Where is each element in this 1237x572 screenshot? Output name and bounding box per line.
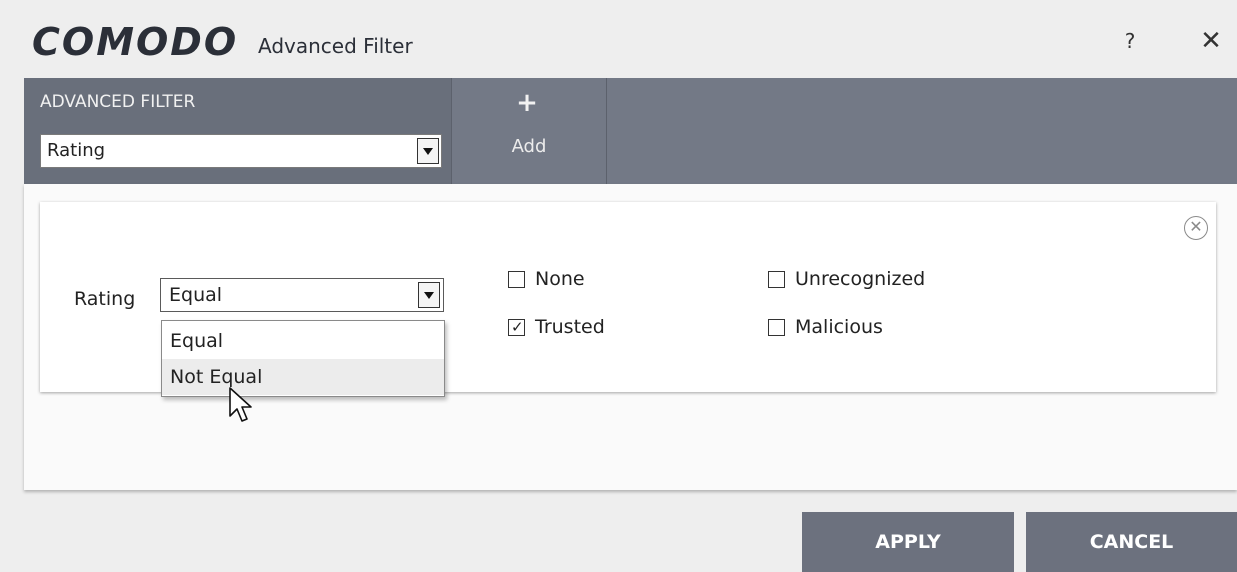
checkbox-box[interactable] [508, 271, 525, 288]
rating-operator-dropdown: Equal Not Equal [161, 320, 445, 397]
plus-icon: + [516, 88, 538, 118]
cancel-button[interactable]: CANCEL [1026, 512, 1237, 572]
title-bar: COMODO Advanced Filter ? ✕ [0, 0, 1237, 78]
apply-button[interactable]: APPLY [802, 512, 1014, 572]
checkbox-label: None [535, 268, 585, 290]
chevron-down-icon[interactable] [417, 138, 439, 164]
checkbox-box[interactable]: ✓ [508, 319, 525, 336]
checkmark-icon: ✓ [511, 318, 524, 336]
filter-type-value: Rating [47, 140, 106, 161]
rating-operator-select[interactable]: Equal [160, 278, 444, 312]
close-button[interactable]: ✕ [1194, 24, 1228, 58]
checkbox-label: Trusted [535, 316, 605, 338]
window-title: Advanced Filter [258, 34, 413, 58]
toolbar: ADVANCED FILTER Rating + Add [24, 78, 1237, 184]
chevron-down-icon[interactable] [418, 282, 440, 308]
checkbox-label: Unrecognized [795, 268, 926, 290]
dropdown-option-not-equal[interactable]: Not Equal [162, 359, 444, 395]
checkbox-box[interactable] [768, 319, 785, 336]
add-label: Add [511, 136, 547, 157]
advanced-filter-section: ADVANCED FILTER Rating [24, 78, 452, 184]
help-button[interactable]: ? [1118, 26, 1142, 56]
checkbox-label: Malicious [795, 316, 883, 338]
dialog-footer: APPLY CANCEL [0, 490, 1237, 572]
mouse-cursor-icon [229, 387, 252, 422]
filter-type-select[interactable]: Rating [40, 134, 442, 168]
remove-rule-icon[interactable]: ✕ [1184, 216, 1208, 240]
dropdown-option-equal[interactable]: Equal [162, 323, 444, 359]
add-button[interactable]: + Add [452, 78, 607, 184]
rating-operator-value: Equal [169, 284, 223, 306]
checkbox-box[interactable] [768, 271, 785, 288]
comodo-logo: COMODO [32, 20, 239, 64]
rating-label: Rating [74, 288, 136, 310]
advanced-filter-label: ADVANCED FILTER [40, 92, 196, 112]
